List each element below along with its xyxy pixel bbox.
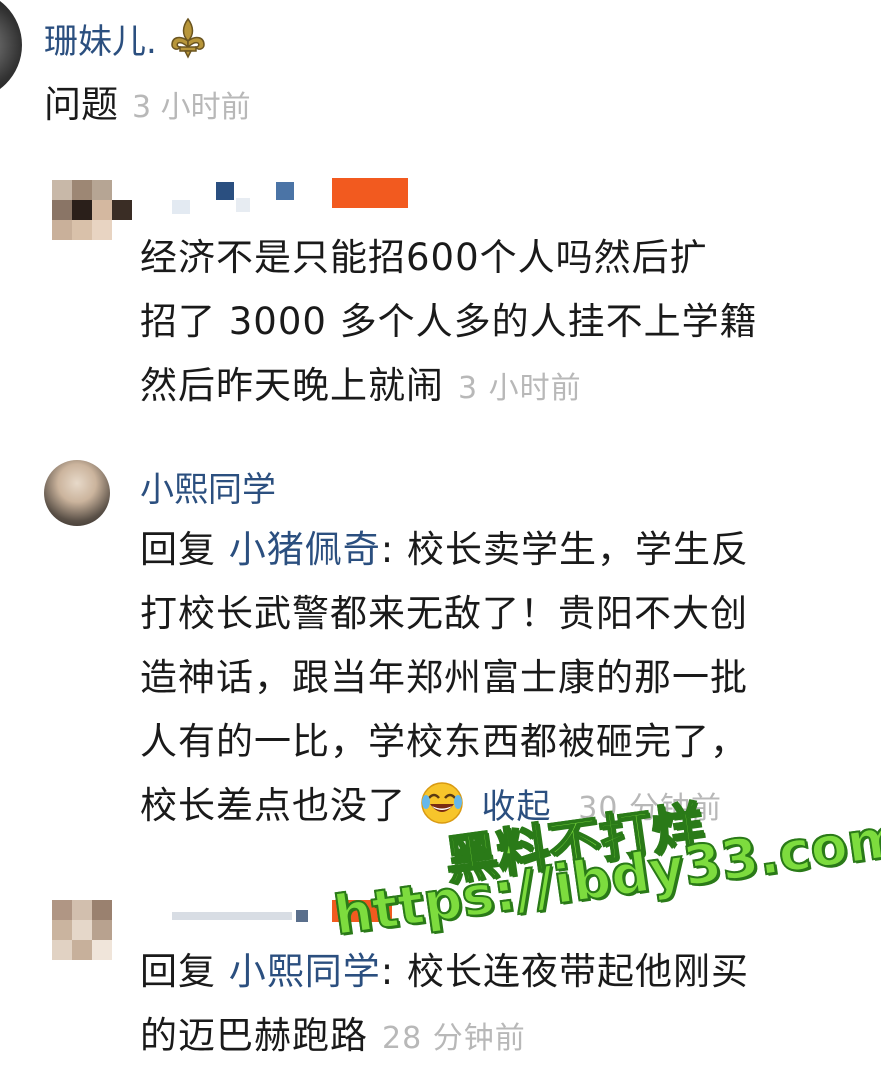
username-text[interactable]: 珊妹儿. — [44, 22, 157, 62]
timestamp: 3 小时前 — [458, 371, 582, 406]
username-redacted[interactable] — [172, 178, 432, 218]
timestamp: 28 分钟前 — [382, 1021, 526, 1056]
reply-to-link[interactable]: 小熙同学 — [229, 950, 381, 993]
username[interactable]: 珊妹儿. — [44, 14, 208, 63]
reply-text: 回复 小熙同学: 校长连夜带起他刚买 的迈巴赫跑路 28 分钟前 — [140, 950, 749, 1057]
avatar[interactable] — [52, 900, 112, 960]
reply-text: 经济不是只能招600个人吗然后扩 招了 3000 多个人多的人挂不上学籍 然后昨… — [140, 236, 758, 407]
avatar[interactable] — [0, 0, 22, 100]
reply-to-link[interactable]: 小猪佩奇 — [229, 528, 381, 571]
comment-text: 问题 3 小时前 — [44, 83, 251, 126]
timestamp: 3 小时前 — [132, 90, 251, 125]
fleur-de-lis-icon — [170, 17, 205, 59]
avatar[interactable] — [52, 180, 132, 240]
avatar[interactable] — [44, 460, 110, 526]
username[interactable]: 小熙同学 — [140, 462, 276, 511]
